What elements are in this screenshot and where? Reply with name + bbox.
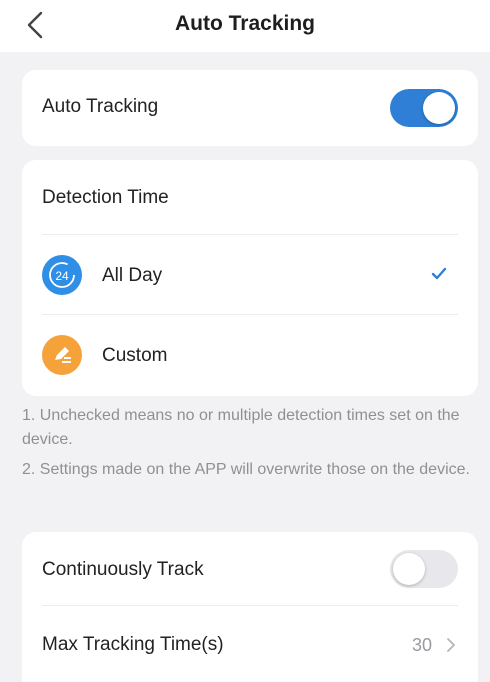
tracking-card: Continuously Track Max Tracking Time(s) … bbox=[22, 532, 478, 682]
option-all-day-label: All Day bbox=[102, 265, 163, 286]
checkmark-icon bbox=[431, 267, 447, 280]
note-2: 2. Settings made on the APP will overwri… bbox=[22, 461, 470, 478]
note-1: 1. Unchecked means no or multiple detect… bbox=[22, 407, 460, 448]
option-custom-label: Custom bbox=[102, 345, 168, 366]
toggle-knob bbox=[423, 92, 455, 124]
max-tracking-time-value: 30 bbox=[411, 635, 432, 655]
edit-pen-icon bbox=[42, 335, 82, 375]
detection-time-card: Detection Time 24 All Day Custom bbox=[22, 160, 478, 396]
auto-tracking-card: Auto Tracking bbox=[22, 70, 478, 146]
max-tracking-time-label: Max Tracking Time(s) bbox=[42, 634, 224, 655]
auto-tracking-label: Auto Tracking bbox=[42, 96, 159, 117]
option-all-day[interactable]: 24 All Day bbox=[22, 235, 478, 314]
max-tracking-time-row[interactable]: Max Tracking Time(s) 30 bbox=[22, 606, 478, 682]
detection-time-heading: Detection Time bbox=[42, 187, 169, 208]
header-bar: Auto Tracking bbox=[0, 0, 490, 52]
chevron-right-icon bbox=[447, 638, 455, 652]
continuously-track-label: Continuously Track bbox=[42, 559, 204, 580]
continuously-track-toggle[interactable] bbox=[390, 550, 458, 588]
page-title: Auto Tracking bbox=[174, 12, 316, 35]
svg-text:24: 24 bbox=[55, 269, 69, 283]
auto-tracking-toggle[interactable] bbox=[390, 89, 458, 127]
toggle-knob bbox=[393, 553, 425, 585]
24-hour-icon: 24 bbox=[42, 255, 82, 295]
option-custom[interactable]: Custom bbox=[22, 315, 478, 393]
